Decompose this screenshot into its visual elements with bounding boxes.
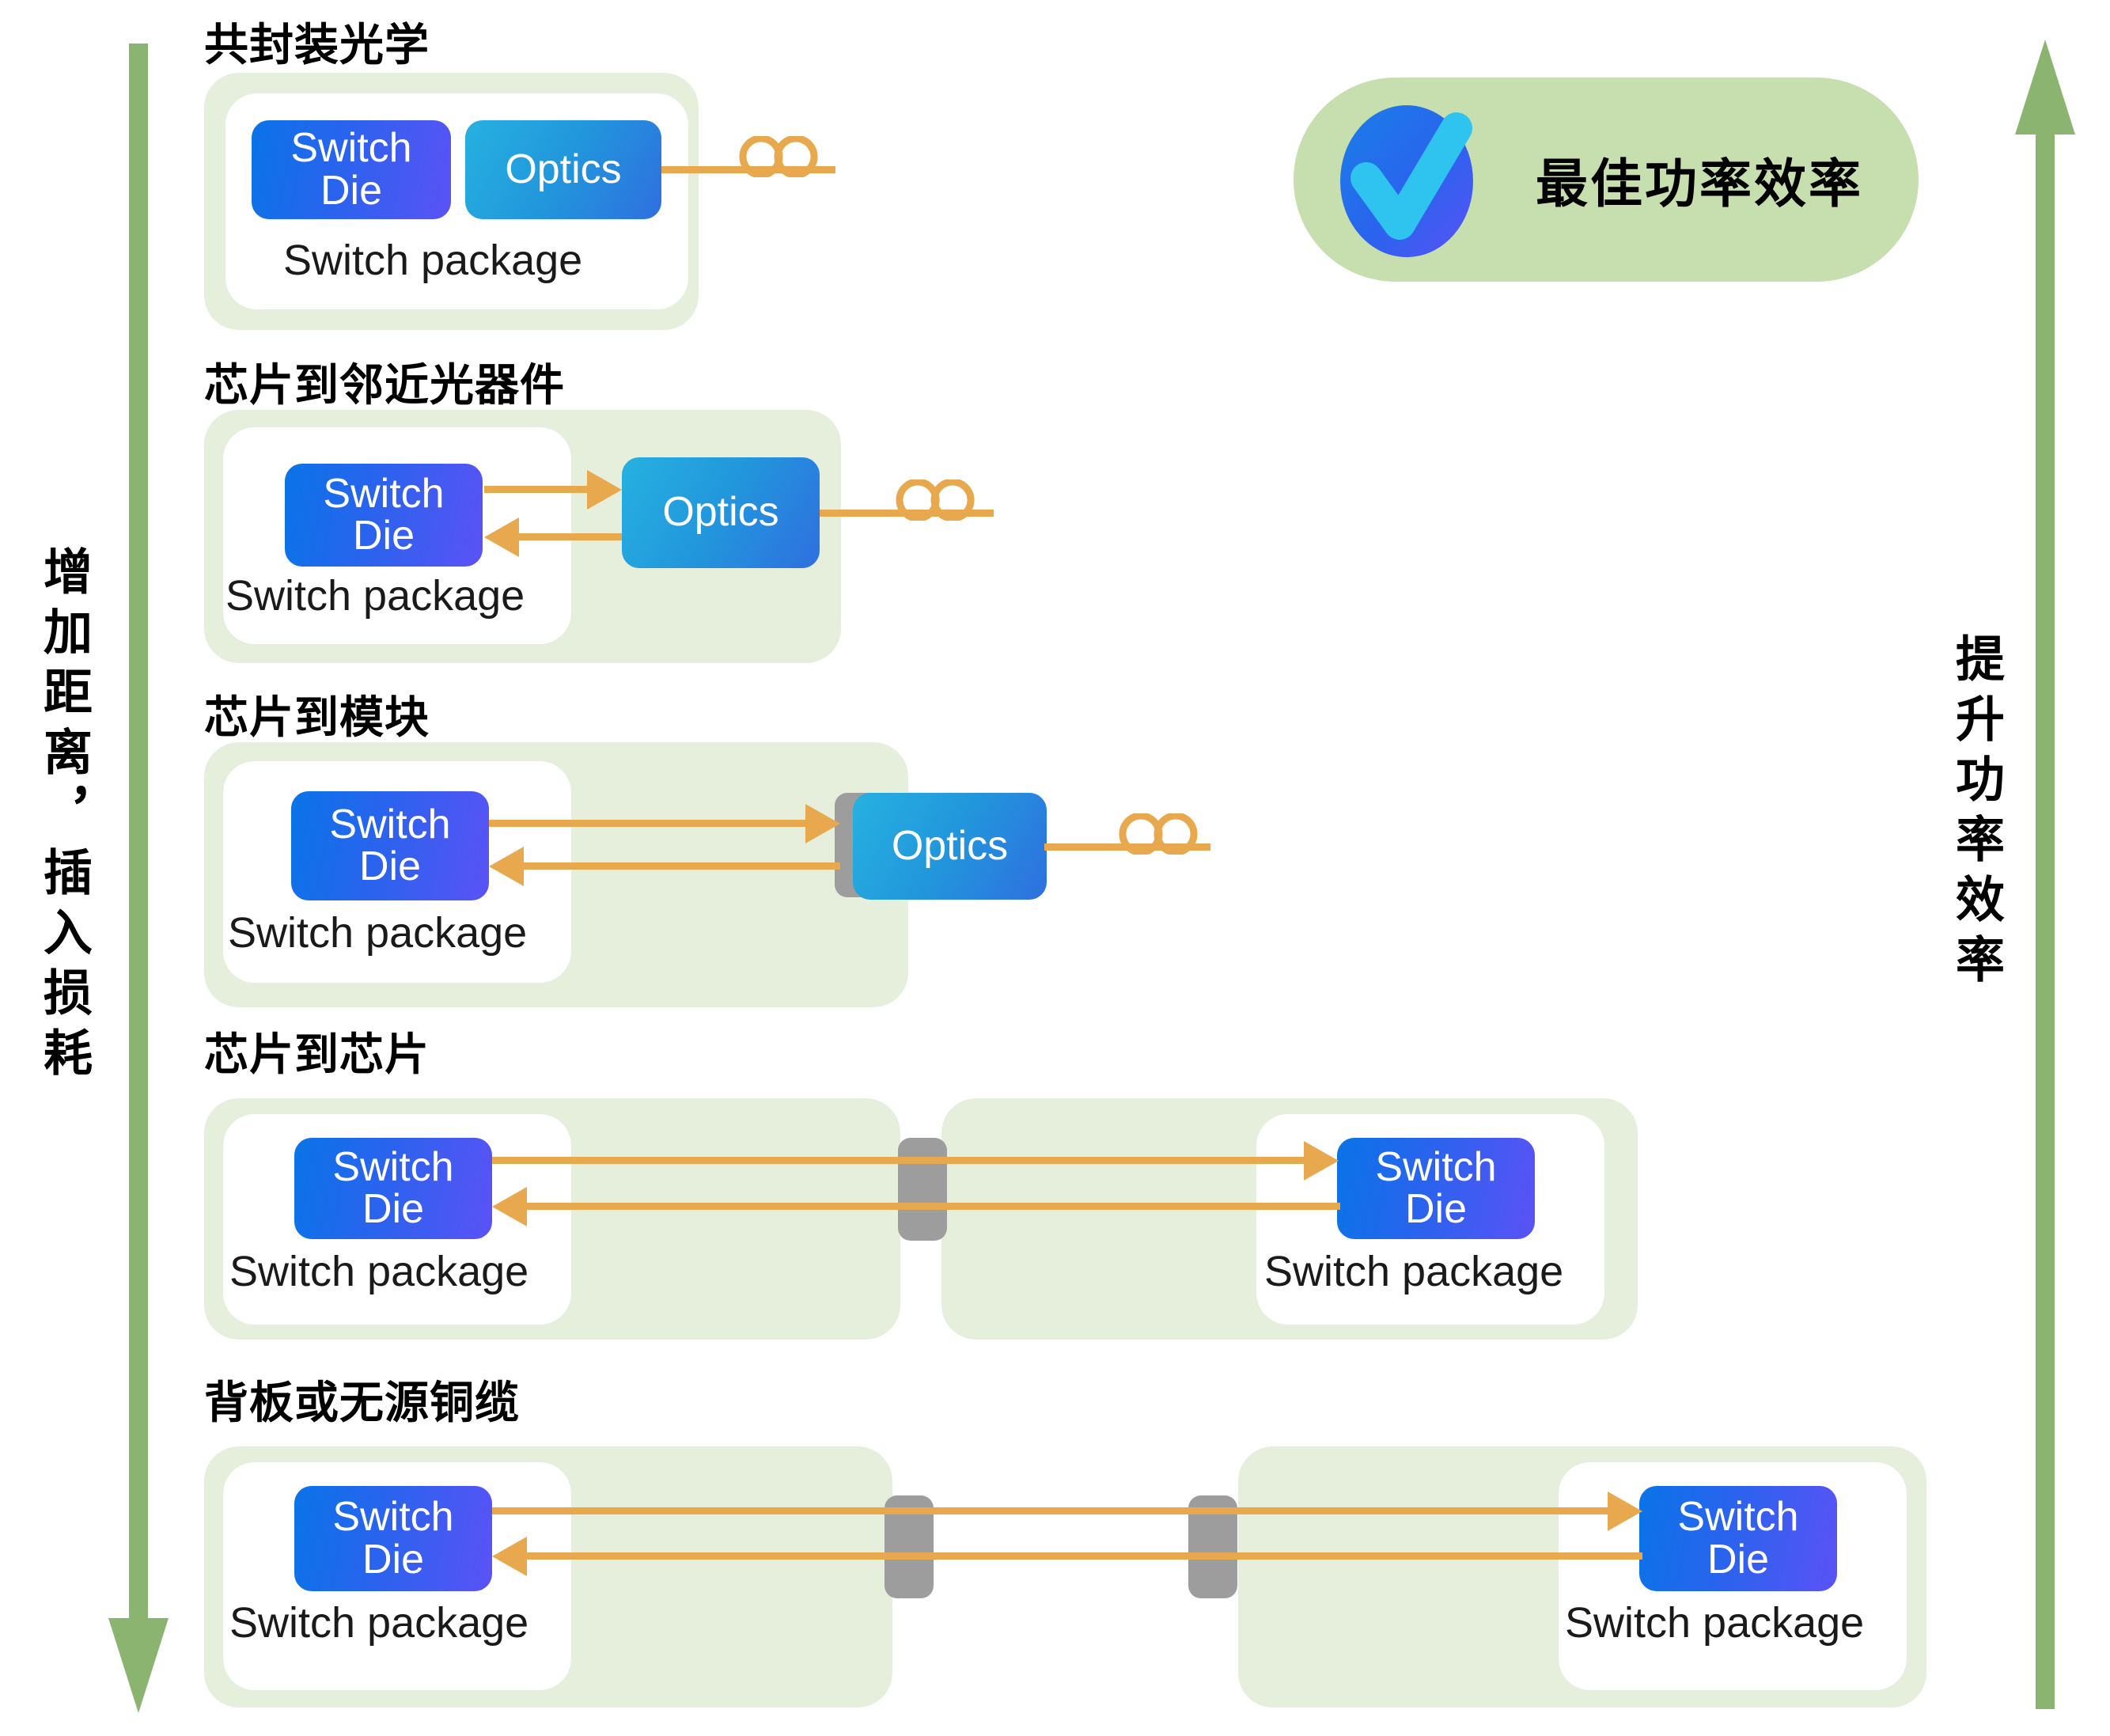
left-axis-arrowhead-down [108,1618,169,1713]
row3-fiber-coil-icon [1116,812,1203,859]
row3-tx-line [489,820,805,827]
row5-tx-line [492,1507,1616,1514]
row5-switch-package-label-left: Switch package [229,1599,529,1647]
row2-switch-die: Switch Die [285,464,483,567]
row2-rx-arrowhead [484,517,519,557]
row4-rx-arrowhead [492,1187,527,1226]
best-power-efficiency-badge: 最佳功率效率 [1294,78,1919,282]
row-title-backplane-or-passive-copper: 背板或无源铜缆 [204,1378,520,1427]
right-axis-arrowhead-up [2015,40,2075,135]
row3-switch-package-label: Switch package [228,909,528,957]
row3-switch-die: Switch Die [291,791,489,900]
row2-fiber-coil-icon [892,478,979,525]
row4-backplane-connector [898,1138,947,1241]
row4-tx-arrowhead [1304,1141,1339,1181]
row5-rx-arrowhead [492,1537,527,1576]
row5-switch-die-left: Switch Die [294,1486,492,1591]
left-axis-label: 增加距离，插入损耗 [36,546,90,1087]
right-axis-arrow [2015,40,2075,1709]
row-title-chip-to-near-package-optics: 芯片到邻近光器件 [204,360,565,410]
row1-fiber-coil-icon [736,135,823,181]
row4-switch-die-left: Switch Die [294,1138,492,1239]
row3-tx-arrowhead [805,804,840,843]
right-axis-shaft [2036,135,2055,1709]
row3-rx-line [524,862,840,870]
row5-switch-die-right: Switch Die [1639,1486,1837,1591]
row4-switch-die-right: Switch Die [1337,1138,1535,1239]
row2-tx-line [484,486,587,493]
diagram-canvas: 增加距离，插入损耗 提升功率效率 最佳功率效率 共封装光学 Switch Die… [0,0,2110,1736]
row5-switch-package-label-right: Switch package [1565,1599,1865,1647]
left-axis-shaft [129,44,148,1618]
row2-rx-line [519,533,622,540]
row1-optics: Optics [465,120,661,219]
row2-tx-arrowhead [587,470,622,510]
row3-rx-arrowhead [489,847,524,886]
row4-rx-line [527,1203,1340,1210]
row2-optics: Optics [622,457,820,568]
row2-switch-package-label: Switch package [225,572,525,620]
left-axis-arrow [108,44,169,1713]
row4-switch-package-label-right: Switch package [1264,1248,1564,1295]
row4-tx-line [492,1157,1313,1164]
row4-switch-package-label-left: Switch package [229,1248,529,1295]
right-axis-label: 提升功率效率 [1948,633,2002,994]
row3-optics: Optics [853,793,1047,900]
row-title-co-packaged-optics: 共封装光学 [204,20,430,70]
check-circle-icon [1339,102,1483,257]
row-title-chip-to-chip: 芯片到芯片 [204,1029,430,1079]
row1-switch-package-label: Switch package [283,237,583,284]
row5-rx-line [527,1552,1642,1560]
badge-label: 最佳功率效率 [1536,154,1863,213]
row-title-chip-to-module: 芯片到模块 [204,692,430,742]
row5-tx-arrowhead [1608,1492,1642,1531]
row1-switch-die: Switch Die [252,120,451,219]
